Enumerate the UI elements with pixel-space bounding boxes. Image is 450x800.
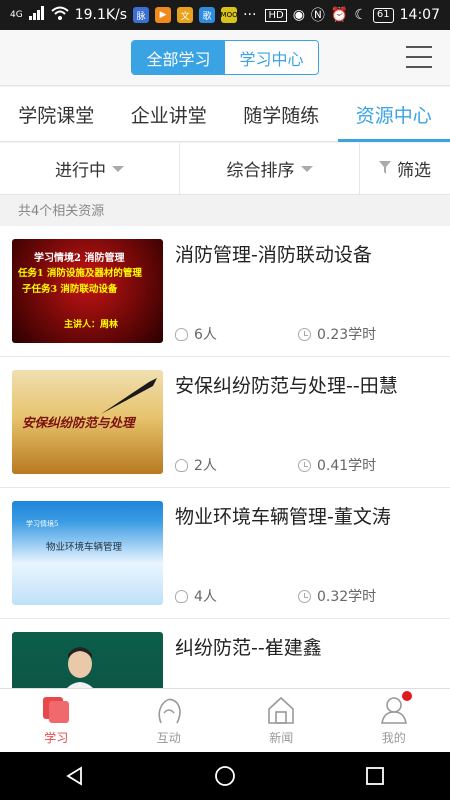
nav-profile-label: 我的 (381, 731, 406, 745)
thumb-text: 学习情境5 (26, 520, 59, 528)
list-item[interactable]: 安保纠纷防范与处理 安保纠纷防范与处理--田慧 2人 0.41学时 (0, 357, 450, 488)
person-icon (175, 589, 188, 603)
lecturer-image (67, 647, 93, 688)
filter-bar: 进行中 综合排序 筛选 (0, 143, 450, 195)
status-filter-dropdown[interactable]: 进行中 (0, 143, 180, 194)
hd-icon: HD (265, 8, 287, 22)
app-badge-1: 脉 (133, 7, 150, 23)
learning-segmented-control: 全部学习 学习中心 (131, 40, 319, 75)
item-title: 物业环境车辆管理-董文涛 (175, 506, 391, 528)
clock-icon (298, 458, 311, 472)
course-thumbnail (12, 632, 163, 688)
person-icon (175, 327, 188, 341)
home-icon[interactable] (214, 765, 236, 787)
resource-list: 学习情境2 消防管理 任务1 消防设施及器材的管理 子任务3 消防联动设备 主讲… (0, 226, 450, 688)
battery-icon: 61 (372, 7, 394, 23)
more-indicator: ··· (243, 7, 257, 23)
nav-profile[interactable]: 我的 (338, 689, 450, 752)
nav-interact[interactable]: 互动 (113, 689, 226, 752)
app-badge-5: MOO (221, 7, 238, 23)
item-meta: 6人 0.23学时 (175, 324, 376, 344)
bottom-navigation: 学习 互动 新闻 我的 (0, 688, 450, 752)
app-badge-3: 文 (177, 7, 194, 23)
tab-resource-center[interactable]: 资源中心 (337, 87, 450, 142)
tab-enterprise-lecture[interactable]: 企业讲堂 (113, 87, 226, 141)
net-speed: 19.1K/s (74, 7, 128, 23)
clock-icon (298, 589, 311, 603)
pen-icon (101, 378, 157, 414)
nav-interact-label: 互动 (156, 731, 181, 745)
wifi-icon (51, 6, 69, 24)
house-icon (268, 696, 295, 724)
signal-icon (28, 6, 45, 24)
caret-down-icon (112, 165, 124, 172)
learner-count: 4人 (194, 589, 217, 605)
course-thumbnail: 学习情境2 消防管理 任务1 消防设施及器材的管理 子任务3 消防联动设备 主讲… (12, 239, 163, 343)
interact-icon (158, 698, 181, 724)
learner-count: 2人 (194, 458, 217, 474)
item-meta: 2人 0.41学时 (175, 455, 376, 475)
tab-college-class[interactable]: 学院课堂 (0, 87, 113, 141)
filter-label: 筛选 (397, 161, 431, 181)
status-filter-label: 进行中 (55, 161, 106, 181)
recents-icon[interactable] (364, 765, 386, 787)
notification-dot (402, 691, 412, 701)
item-meta: 4人 0.32学时 (175, 586, 376, 606)
thumb-text: 物业环境车辆管理 (46, 542, 123, 553)
clock-icon (298, 327, 311, 341)
nav-study-label: 学习 (44, 731, 69, 745)
study-hours: 0.23学时 (317, 327, 377, 343)
caret-down-icon (300, 165, 313, 172)
nav-news-label: 新闻 (269, 731, 294, 745)
item-title: 消防管理-消防联动设备 (175, 244, 372, 266)
app-badge-2: ▶ (155, 7, 172, 23)
category-tabs: 学院课堂 企业讲堂 随学随练 资源中心 (0, 87, 450, 142)
sort-dropdown[interactable]: 综合排序 (180, 143, 360, 194)
hamburger-menu-icon[interactable] (406, 46, 432, 68)
result-count: 共4个相关资源 (18, 204, 105, 219)
seg-learning-center[interactable]: 学习中心 (225, 41, 318, 74)
study-hours: 0.41学时 (317, 458, 377, 474)
list-item[interactable]: 学习情境5 物业环境车辆管理 物业环境车辆管理-董文涛 4人 0.32学时 (0, 488, 450, 619)
eye-icon: ◉ (292, 7, 305, 23)
person-icon (175, 458, 188, 472)
alarm-icon: ⏰ (330, 7, 349, 23)
system-navigation-bar (0, 752, 450, 800)
list-item[interactable]: 纠纷防范--崔建鑫 (0, 619, 450, 688)
item-title: 安保纠纷防范与处理--田慧 (175, 375, 398, 397)
thumb-text: 子任务3 消防联动设备 (22, 284, 118, 295)
back-icon[interactable] (64, 765, 86, 787)
nfc-icon: Ⓝ (310, 8, 325, 24)
thumb-text: 安保纠纷防范与处理 (22, 415, 135, 430)
network-label: 4G (10, 10, 23, 20)
clock-time: 14:07 (399, 7, 440, 23)
moon-icon: ☾ (354, 7, 367, 23)
study-hours: 0.32学时 (317, 589, 377, 605)
nav-study[interactable]: 学习 (0, 689, 113, 752)
funnel-icon (379, 159, 391, 179)
tab-practice[interactable]: 随学随练 (225, 87, 338, 141)
app-screen: 4G 19.1K/s 脉 ▶ 文 歌 MOO ··· HD ◉ Ⓝ ⏰ ☾ 61… (0, 0, 450, 800)
sort-label: 综合排序 (226, 161, 295, 181)
item-title: 纠纷防范--崔建鑫 (175, 637, 322, 659)
filter-button[interactable]: 筛选 (360, 143, 450, 194)
thumb-text: 主讲人：周林 (64, 320, 119, 330)
learner-count: 6人 (194, 327, 217, 343)
thumb-text: 学习情境2 消防管理 (34, 253, 125, 264)
course-thumbnail: 安保纠纷防范与处理 (12, 370, 163, 474)
course-thumbnail: 学习情境5 物业环境车辆管理 (12, 501, 163, 605)
list-item[interactable]: 学习情境2 消防管理 任务1 消防设施及器材的管理 子任务3 消防联动设备 主讲… (0, 226, 450, 357)
seg-all-learning[interactable]: 全部学习 (132, 41, 225, 74)
nav-news[interactable]: 新闻 (225, 689, 338, 752)
study-icon (43, 697, 70, 723)
app-badge-4: 歌 (199, 7, 216, 23)
thumb-text: 任务1 消防设施及器材的管理 (18, 268, 142, 279)
top-header: 全部学习 学习中心 (0, 30, 450, 86)
status-bar: 4G 19.1K/s 脉 ▶ 文 歌 MOO ··· HD ◉ Ⓝ ⏰ ☾ 61… (0, 0, 450, 30)
